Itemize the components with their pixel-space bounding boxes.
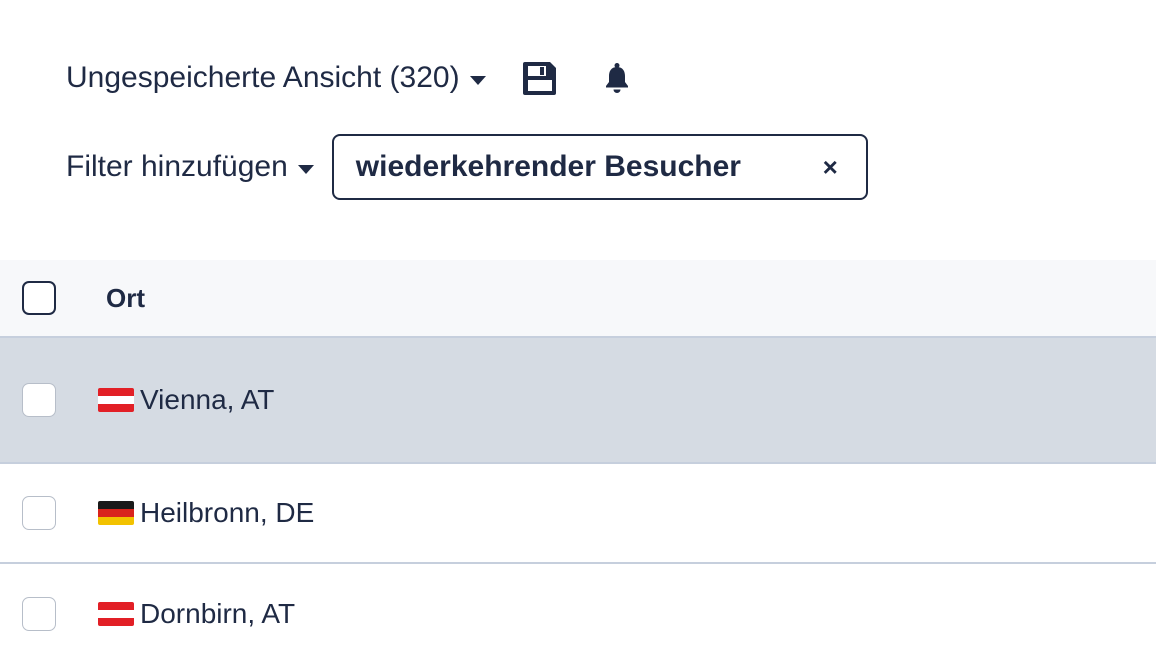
row-checkbox[interactable] [22,383,56,417]
column-header-ort[interactable]: Ort [106,283,145,314]
city-label: Vienna, AT [140,384,275,415]
table-header: Ort [0,260,1156,338]
filter-chip[interactable]: wiederkehrender Besucher × [331,134,868,200]
table-row[interactable]: Heilbronn, DE [0,464,1156,564]
row-checkbox[interactable] [22,597,56,631]
filter-chip-label: wiederkehrender Besucher [355,150,741,183]
flag-austria-icon [98,602,134,626]
locations-table: Ort Vienna, AT Heilbronn, DE Dornbirn, A… [0,260,1156,662]
add-filter-label: Filter hinzufügen [66,150,288,183]
row-checkbox[interactable] [22,496,56,530]
save-view-button[interactable] [520,58,560,98]
view-selector-dropdown[interactable]: Ungespeicherte Ansicht (320) [66,61,486,95]
notification-button[interactable] [602,58,632,98]
add-filter-dropdown[interactable]: Filter hinzufügen [66,150,314,184]
page: Ungespeicherte Ansicht (320) Filter hinz… [0,0,1156,662]
table-row[interactable]: Dornbirn, AT [0,564,1156,662]
save-icon [522,62,556,95]
caret-down-icon [469,75,486,85]
view-selector-label: Ungespeicherte Ansicht (320) [66,61,460,94]
select-all-checkbox[interactable] [22,281,56,315]
flag-germany-icon [98,501,134,525]
flag-austria-icon [98,388,134,412]
close-icon[interactable]: × [823,152,838,183]
caret-down-icon [297,164,314,174]
view-toolbar: Ungespeicherte Ansicht (320) [66,56,632,100]
table-row[interactable]: Vienna, AT [0,338,1156,464]
city-label: Heilbronn, DE [140,497,315,528]
city-label: Dornbirn, AT [140,598,296,629]
filter-toolbar: Filter hinzufügen wiederkehrender Besuch… [66,132,868,202]
bell-icon [605,63,628,93]
